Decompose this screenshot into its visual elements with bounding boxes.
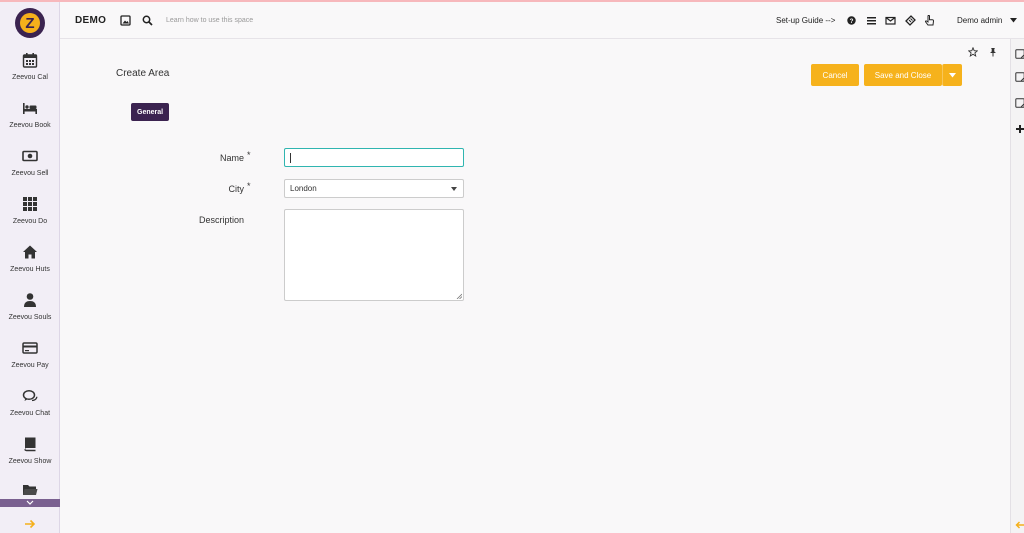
sidebar-item-zeevou-pay[interactable]: Zeevou Pay bbox=[0, 338, 60, 386]
name-label: Name bbox=[219, 153, 244, 163]
note-icon[interactable] bbox=[1015, 72, 1024, 82]
image-icon[interactable] bbox=[120, 15, 131, 26]
resize-grip-icon[interactable] bbox=[456, 293, 462, 299]
description-label: Description bbox=[198, 215, 244, 225]
space-name[interactable]: DEMO bbox=[75, 15, 106, 26]
grid-icon bbox=[23, 197, 37, 211]
pin-icon[interactable] bbox=[988, 47, 998, 57]
setup-guide-link[interactable]: Set-up Guide --> bbox=[776, 16, 835, 25]
required-marker: * bbox=[247, 150, 251, 160]
plus-icon[interactable] bbox=[1015, 124, 1024, 134]
caret-down-icon bbox=[451, 187, 457, 191]
sidebar-item-zeevou-cal[interactable]: Zeevou Cal bbox=[0, 50, 60, 98]
page-title: Create Area bbox=[116, 68, 170, 79]
sidebar-item-label: Zeevou Cal bbox=[12, 74, 48, 81]
user-menu[interactable]: Demo admin bbox=[957, 16, 1002, 25]
menu-icon[interactable] bbox=[866, 15, 877, 26]
text-cursor bbox=[290, 153, 291, 163]
arrow-left-icon[interactable] bbox=[1015, 520, 1024, 530]
sidebar-item-zeevou-sell[interactable]: Zeevou Sell bbox=[0, 146, 60, 194]
pointer-icon[interactable] bbox=[924, 15, 935, 26]
sidebar-item-label: Zeevou Book bbox=[9, 122, 51, 129]
top-bar: DEMO Learn how to use this space Set-up … bbox=[60, 2, 1024, 39]
cancel-button[interactable]: Cancel bbox=[811, 64, 859, 86]
logo-mark: Z bbox=[20, 13, 40, 33]
sidebar-item-zeevou-do[interactable]: Zeevou Do bbox=[0, 194, 60, 242]
save-and-close-button[interactable]: Save and Close bbox=[864, 64, 942, 86]
sidebar-item-label: Zeevou Do bbox=[12, 218, 48, 225]
sidebar-item-label: Zeevou Souls bbox=[8, 314, 52, 321]
sidebar-item-zeevou-book[interactable]: Zeevou Book bbox=[0, 98, 60, 146]
name-input[interactable] bbox=[284, 148, 464, 167]
home-icon bbox=[23, 245, 37, 259]
chat-icon bbox=[22, 389, 38, 402]
money-icon bbox=[22, 150, 38, 162]
chevron-down-icon bbox=[26, 500, 34, 505]
credit-card-icon bbox=[22, 342, 38, 354]
zeevou-logo[interactable]: Z bbox=[15, 8, 45, 38]
tab-general[interactable]: General bbox=[131, 103, 170, 121]
user-icon bbox=[24, 293, 36, 307]
city-selected-value: London bbox=[290, 184, 317, 193]
sidebar-item-label: Zeevou Chat bbox=[9, 410, 51, 417]
note-icon[interactable] bbox=[1015, 49, 1024, 59]
calendar-icon bbox=[22, 53, 38, 68]
right-panel bbox=[1010, 39, 1024, 533]
star-icon[interactable] bbox=[968, 47, 978, 57]
svg-text:?: ? bbox=[850, 18, 854, 25]
mail-icon[interactable] bbox=[885, 15, 896, 26]
note-icon[interactable] bbox=[1015, 98, 1024, 108]
sidebar-item-label: Zeevou Huts bbox=[10, 266, 50, 273]
help-icon[interactable]: ? bbox=[847, 16, 856, 25]
search-icon[interactable] bbox=[142, 15, 153, 26]
book-icon bbox=[24, 437, 36, 452]
caret-down-icon bbox=[949, 72, 956, 77]
sidebar-scroll-toggle[interactable] bbox=[0, 499, 60, 507]
description-textarea[interactable] bbox=[284, 209, 464, 301]
bed-icon bbox=[23, 103, 37, 114]
sidebar-item-zeevou-chat[interactable]: Zeevou Chat bbox=[0, 386, 60, 434]
caret-down-icon[interactable] bbox=[1010, 18, 1017, 23]
sidebar-item-zeevou-show[interactable]: Zeevou Show bbox=[0, 434, 60, 482]
city-label: City bbox=[228, 184, 245, 194]
folder-icon bbox=[23, 485, 38, 495]
sidebar-item-zeevou-huts[interactable]: Zeevou Huts bbox=[0, 242, 60, 290]
sidebar-item-zeevou-souls[interactable]: Zeevou Souls bbox=[0, 290, 60, 338]
sidebar: Z Zeevou Cal Zeevou Book Zeevou Sell Zee… bbox=[0, 2, 60, 533]
arrow-right-icon[interactable] bbox=[24, 518, 36, 530]
sidebar-item-label: Zeevou Pay bbox=[11, 362, 49, 369]
sidebar-item-label: Zeevou Sell bbox=[11, 170, 49, 177]
ticket-icon[interactable] bbox=[905, 15, 916, 26]
sidebar-item-label: Zeevou Show bbox=[8, 458, 52, 465]
learn-link[interactable]: Learn how to use this space bbox=[166, 17, 253, 24]
city-select[interactable]: London bbox=[284, 179, 464, 198]
required-marker: * bbox=[247, 181, 251, 191]
save-options-dropdown[interactable] bbox=[942, 64, 962, 86]
